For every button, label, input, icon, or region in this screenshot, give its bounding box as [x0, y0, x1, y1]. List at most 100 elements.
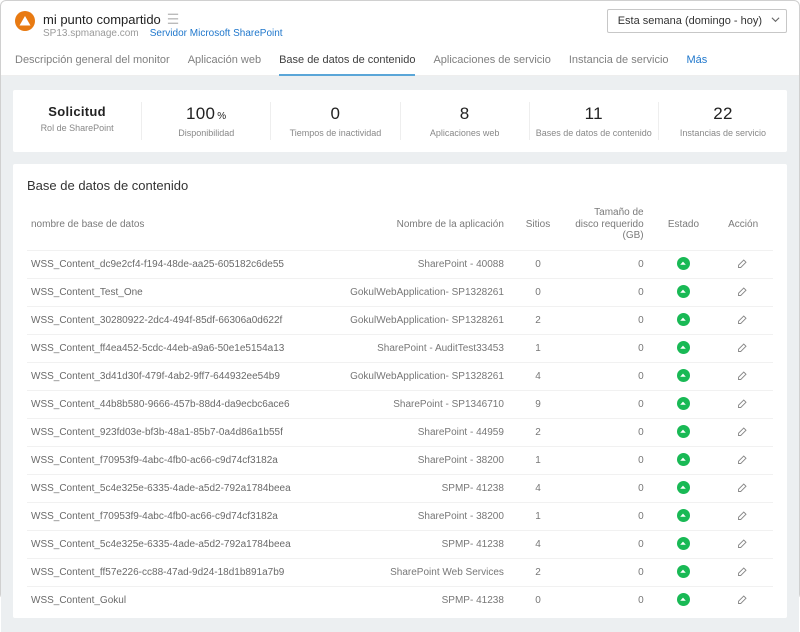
cell-action[interactable] — [713, 446, 773, 474]
edit-icon[interactable] — [737, 513, 749, 524]
col-action[interactable]: Acción — [713, 201, 773, 250]
cell-db: WSS_Content_30280922-2dc4-494f-85df-6630… — [27, 306, 318, 334]
tab-contentdb[interactable]: Base de datos de contenido — [279, 49, 415, 76]
cell-status — [654, 530, 714, 558]
cell-sites: 1 — [512, 334, 564, 362]
edit-icon[interactable] — [737, 541, 749, 552]
edit-icon[interactable] — [737, 261, 749, 272]
col-db[interactable]: nombre de base de datos — [27, 201, 318, 250]
metric-3: 8Aplicaciones web — [401, 102, 530, 140]
cell-status — [654, 474, 714, 502]
tab-svcapp[interactable]: Aplicaciones de servicio — [433, 49, 550, 75]
table-row[interactable]: WSS_Content_Test_OneGokulWebApplication-… — [27, 278, 773, 306]
col-app[interactable]: Nombre de la aplicación — [318, 201, 512, 250]
status-up-icon — [677, 481, 690, 494]
cell-action[interactable] — [713, 278, 773, 306]
edit-icon[interactable] — [737, 345, 749, 356]
cell-db: WSS_Content_f70953f9-4abc-4fb0-ac66-c9d7… — [27, 446, 318, 474]
edit-icon[interactable] — [737, 485, 749, 496]
tab-webapp[interactable]: Aplicación web — [188, 49, 261, 75]
status-up-icon — [677, 509, 690, 522]
status-up-icon — [677, 537, 690, 550]
cell-sites: 9 — [512, 390, 564, 418]
cell-db: WSS_Content_dc9e2cf4-f194-48de-aa25-6051… — [27, 250, 318, 278]
metric-value: 22 — [665, 104, 781, 124]
cell-sites: 2 — [512, 306, 564, 334]
cell-action[interactable] — [713, 334, 773, 362]
tab-svcinst[interactable]: Instancia de servicio — [569, 49, 669, 75]
col-sites[interactable]: Sitios — [512, 201, 564, 250]
cell-status — [654, 558, 714, 586]
cell-status — [654, 306, 714, 334]
cell-app: SharePoint - AuditTest33453 — [318, 334, 512, 362]
cell-disk: 0 — [564, 362, 654, 390]
cell-action[interactable] — [713, 362, 773, 390]
status-up-icon — [677, 453, 690, 466]
table-row[interactable]: WSS_Content_30280922-2dc4-494f-85df-6630… — [27, 306, 773, 334]
cell-sites: 0 — [512, 278, 564, 306]
cell-app: SharePoint Web Services — [318, 558, 512, 586]
cell-disk: 0 — [564, 306, 654, 334]
edit-icon[interactable] — [737, 289, 749, 300]
server-link[interactable]: Servidor Microsoft SharePoint — [150, 28, 283, 39]
cell-action[interactable] — [713, 502, 773, 530]
table-row[interactable]: WSS_Content_44b8b580-9666-457b-88d4-da9e… — [27, 390, 773, 418]
cell-action[interactable] — [713, 250, 773, 278]
edit-icon[interactable] — [737, 317, 749, 328]
page-title: mi punto compartido — [43, 12, 161, 27]
cell-app: SharePoint - SP1346710 — [318, 390, 512, 418]
cell-disk: 0 — [564, 250, 654, 278]
metrics-row: SolicitudRol de SharePoint100%Disponibil… — [13, 90, 787, 152]
cell-db: WSS_Content_923fd03e-bf3b-48a1-85b7-0a4d… — [27, 418, 318, 446]
tabs: Descripción general del monitor Aplicaci… — [1, 43, 799, 76]
edit-icon[interactable] — [737, 373, 749, 384]
table-row[interactable]: WSS_Content_ff57e226-cc88-47ad-9d24-18d1… — [27, 558, 773, 586]
edit-icon[interactable] — [737, 569, 749, 580]
metric-value: 8 — [407, 104, 523, 124]
cell-db: WSS_Content_3d41d30f-479f-4ab2-9ff7-6449… — [27, 362, 318, 390]
cell-action[interactable] — [713, 474, 773, 502]
cell-app: GokulWebApplication- SP1328261 — [318, 306, 512, 334]
table-row[interactable]: WSS_Content_dc9e2cf4-f194-48de-aa25-6051… — [27, 250, 773, 278]
metric-value: 0 — [277, 104, 393, 124]
col-status[interactable]: Estado — [654, 201, 714, 250]
metric-4: 11Bases de datos de contenido — [530, 102, 659, 140]
col-disk[interactable]: Tamaño de disco requerido (GB) — [564, 201, 654, 250]
cell-sites: 4 — [512, 530, 564, 558]
table-row[interactable]: WSS_Content_3d41d30f-479f-4ab2-9ff7-6449… — [27, 362, 773, 390]
chevron-down-icon — [771, 15, 780, 27]
metric-label: Rol de SharePoint — [19, 123, 135, 133]
cell-action[interactable] — [713, 306, 773, 334]
cell-action[interactable] — [713, 530, 773, 558]
table-row[interactable]: WSS_Content_5c4e325e-6335-4ade-a5d2-792a… — [27, 530, 773, 558]
table-row[interactable]: WSS_Content_923fd03e-bf3b-48a1-85b7-0a4d… — [27, 418, 773, 446]
edit-icon[interactable] — [737, 597, 749, 608]
edit-icon[interactable] — [737, 429, 749, 440]
table-row[interactable]: WSS_Content_ff4ea452-5cdc-44eb-a9a6-50e1… — [27, 334, 773, 362]
warning-icon — [15, 11, 35, 31]
cell-sites: 2 — [512, 558, 564, 586]
page-subtitle: SP13.spmanage.com Servidor Microsoft Sha… — [43, 28, 283, 39]
cell-disk: 0 — [564, 474, 654, 502]
table-row[interactable]: WSS_Content_f70953f9-4abc-4fb0-ac66-c9d7… — [27, 446, 773, 474]
status-up-icon — [677, 565, 690, 578]
cell-action[interactable] — [713, 418, 773, 446]
cell-action[interactable] — [713, 558, 773, 586]
table-row[interactable]: WSS_Content_5c4e325e-6335-4ade-a5d2-792a… — [27, 474, 773, 502]
cell-action[interactable] — [713, 390, 773, 418]
status-up-icon — [677, 313, 690, 326]
edit-icon[interactable] — [737, 457, 749, 468]
date-range-select[interactable]: Esta semana (domingo - hoy) — [607, 9, 787, 33]
cell-disk: 0 — [564, 390, 654, 418]
cell-status — [654, 362, 714, 390]
cell-status — [654, 418, 714, 446]
menu-icon[interactable]: ☰ — [167, 11, 180, 28]
edit-icon[interactable] — [737, 401, 749, 412]
table-row[interactable]: WSS_Content_f70953f9-4abc-4fb0-ac66-c9d7… — [27, 502, 773, 530]
tab-overview[interactable]: Descripción general del monitor — [15, 49, 170, 75]
cell-app: GokulWebApplication- SP1328261 — [318, 278, 512, 306]
table-body: WSS_Content_dc9e2cf4-f194-48de-aa25-6051… — [27, 250, 773, 614]
cell-status — [654, 334, 714, 362]
status-up-icon — [677, 425, 690, 438]
tab-more[interactable]: Más — [687, 49, 708, 75]
